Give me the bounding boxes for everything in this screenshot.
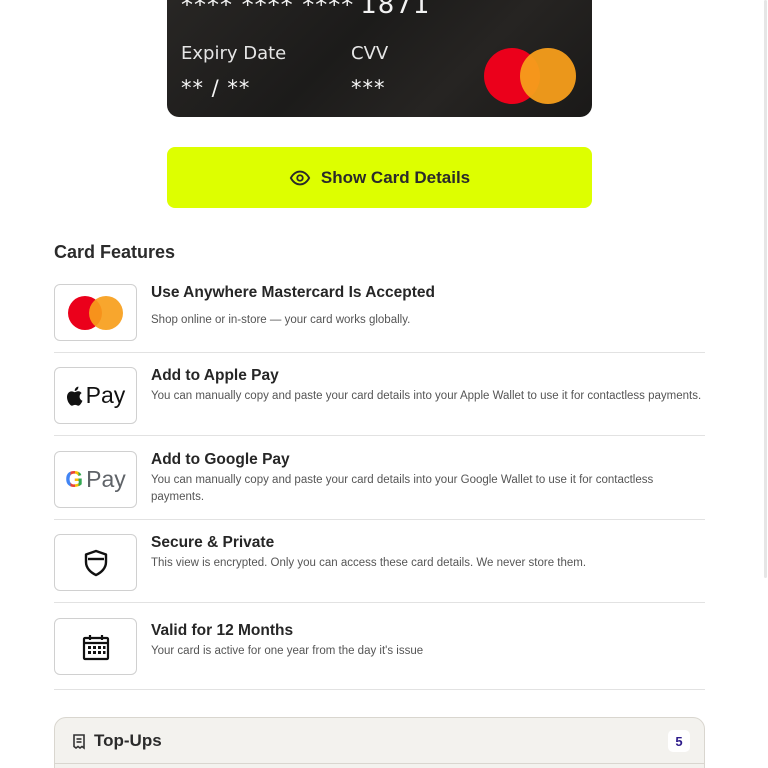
google-g-icon: G (65, 466, 84, 492)
feature-title: Add to Google Pay (151, 451, 290, 468)
cvv-label: CVV (351, 43, 389, 64)
topups-count-badge: 5 (668, 730, 690, 752)
mastercard-icon (68, 295, 123, 330)
calendar-icon-box (54, 618, 137, 675)
topups-title: Top-Ups (94, 731, 162, 750)
cvv-value: *** (351, 76, 386, 100)
google-pay-icon-box: G Pay (54, 451, 137, 508)
mastercard-logo-icon (484, 48, 578, 104)
feature-secure-private: Secure & Private This view is encrypted.… (54, 520, 705, 603)
expiry-value: ** / ** (181, 76, 251, 100)
apple-pay-icon-box: Pay (54, 367, 137, 424)
feature-description: You can manually copy and paste your car… (151, 390, 702, 402)
expiry-label: Expiry Date (181, 43, 287, 64)
topups-divider (55, 763, 704, 764)
feature-apple-pay: Pay Add to Apple Pay You can manually co… (54, 353, 705, 436)
eye-icon (289, 170, 311, 185)
card-number: **** **** **** 1871 (181, 0, 430, 20)
feature-description: This view is encrypted. Only you can acc… (151, 557, 587, 569)
apple-pay-icon: Pay (66, 382, 126, 409)
shield-icon-box (54, 534, 137, 591)
card-number-masked: **** **** **** (181, 0, 355, 19)
feature-title: Secure & Private (151, 534, 275, 551)
show-card-details-button[interactable]: Show Card Details (167, 147, 592, 208)
apple-pay-logo-text: Pay (85, 382, 126, 408)
shield-icon (84, 549, 107, 576)
calendar-icon (82, 634, 109, 660)
scrollbar-thumb[interactable] (764, 0, 767, 578)
google-pay-icon: G Pay (65, 466, 126, 493)
topups-header: Top-Ups (71, 731, 162, 751)
virtual-card: **** **** **** 1871 Expiry Date CVV ** / … (167, 0, 592, 117)
feature-description: Your card is active for one year from th… (151, 645, 424, 657)
feature-valid-12-months: Valid for 12 Months Your card is active … (54, 603, 705, 690)
receipt-icon (73, 733, 85, 750)
feature-title: Use Anywhere Mastercard Is Accepted (151, 284, 435, 301)
feature-description: You can manually copy and paste your car… (151, 474, 654, 503)
google-pay-logo-text: Pay (86, 466, 126, 492)
show-card-details-label: Show Card Details (320, 167, 471, 187)
apple-icon (66, 386, 83, 406)
feature-google-pay: G Pay Add to Google Pay You can manually… (54, 436, 705, 520)
topups-panel[interactable]: Top-Ups 5 (54, 717, 705, 768)
card-number-last-four: 1871 (360, 0, 431, 20)
page-scrollbar[interactable] (762, 0, 768, 580)
card-features-list: Use Anywhere Mastercard Is Accepted Shop… (54, 270, 705, 690)
card-features-title: Card Features (54, 242, 176, 262)
mastercard-icon-box (54, 284, 137, 341)
feature-description: Shop online or in-store — your card work… (151, 314, 411, 326)
feature-title: Valid for 12 Months (151, 622, 294, 639)
feature-title: Add to Apple Pay (151, 367, 279, 384)
feature-mastercard: Use Anywhere Mastercard Is Accepted Shop… (54, 270, 705, 353)
